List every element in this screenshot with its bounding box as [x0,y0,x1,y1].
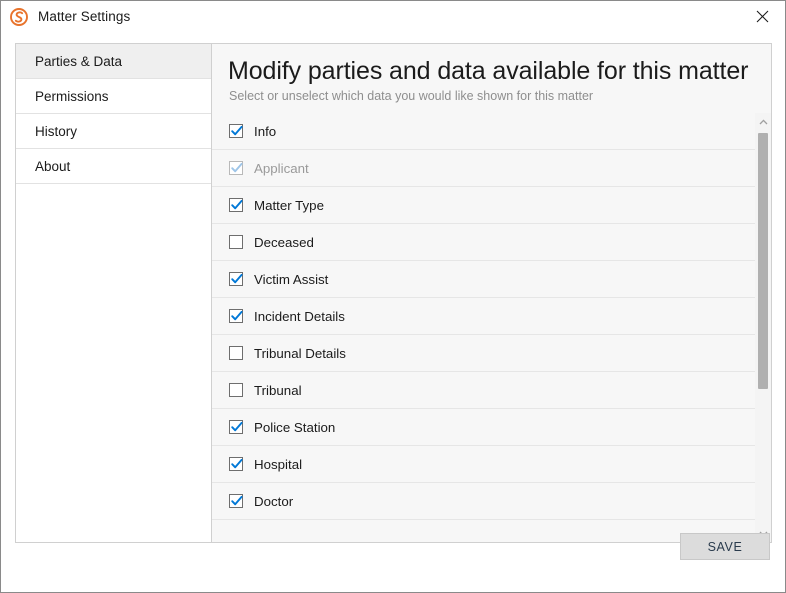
vertical-scrollbar[interactable] [755,113,771,542]
sidebar-item-label: Permissions [35,88,109,104]
checkbox-police-station[interactable] [229,420,243,434]
list-item-label: Deceased [254,234,314,250]
list-item[interactable]: Tribunal Details [212,335,755,372]
list-item-label: Victim Assist [254,271,329,287]
list-item-label: Police Station [254,419,336,435]
data-items-scroll-area: Info Applicant Matter Type Deceased Victim A… [212,113,771,542]
list-item[interactable]: Matter Type [212,187,755,224]
sidebar-item-label: About [35,158,71,174]
close-icon [756,10,769,23]
list-item-label: Applicant [254,160,309,176]
list-item-label: Doctor [254,493,294,509]
sidebar-item-permissions[interactable]: Permissions [16,79,211,114]
checkbox-tribunal[interactable] [229,383,243,397]
list-item-label: Matter Type [254,197,324,213]
checkbox-doctor[interactable] [229,494,243,508]
settings-sidebar: Parties & Data Permissions History About [16,44,212,542]
swirl-logo-icon [9,7,29,27]
list-item-label: Incident Details [254,308,345,324]
checkbox-incident-details[interactable] [229,309,243,323]
matter-settings-window: Matter Settings Parties & Data Permissio… [0,0,786,593]
list-item[interactable]: Doctor [212,483,755,520]
checkbox-tribunal-details[interactable] [229,346,243,360]
list-item[interactable]: Info [212,113,755,150]
sidebar-item-about[interactable]: About [16,149,211,184]
list-item[interactable]: Applicant [212,150,755,187]
page-subtitle: Select or unselect which data you would … [229,89,594,103]
list-item-label: Info [254,123,277,139]
window-body: Parties & Data Permissions History About… [1,32,785,592]
list-item-label: Tribunal Details [254,345,346,361]
scrollbar-thumb[interactable] [758,133,768,389]
data-items-list: Info Applicant Matter Type Deceased Victim A… [212,113,755,542]
list-item-label: Tribunal [254,382,302,398]
close-button[interactable] [740,1,785,32]
page-title: Modify parties and data available for th… [228,57,749,85]
sidebar-item-label: History [35,123,78,139]
save-button[interactable]: SAVE [680,533,770,560]
checkbox-info[interactable] [229,124,243,138]
sidebar-item-parties-and-data[interactable]: Parties & Data [16,44,211,79]
checkbox-victim-assist[interactable] [229,272,243,286]
sidebar-item-history[interactable]: History [16,114,211,149]
list-item[interactable]: Victim Assist [212,261,755,298]
checkbox-hospital[interactable] [229,457,243,471]
sidebar-item-label: Parties & Data [35,53,123,69]
list-item-label: Hospital [254,456,303,472]
chevron-up-icon [759,118,768,125]
settings-content: Modify parties and data available for th… [212,44,771,542]
list-item[interactable]: Police Station [212,409,755,446]
checkbox-deceased[interactable] [229,235,243,249]
checkbox-matter-type[interactable] [229,198,243,212]
list-item[interactable]: Deceased [212,224,755,261]
checkbox-applicant[interactable] [229,161,243,175]
window-title: Matter Settings [38,9,131,24]
window-titlebar: Matter Settings [1,1,785,32]
scroll-up-button[interactable] [755,113,771,130]
list-item[interactable]: Hospital [212,446,755,483]
list-item[interactable]: Incident Details [212,298,755,335]
settings-panel: Parties & Data Permissions History About… [15,43,772,543]
dialog-footer: SAVE [1,524,785,592]
list-item[interactable]: Tribunal [212,372,755,409]
